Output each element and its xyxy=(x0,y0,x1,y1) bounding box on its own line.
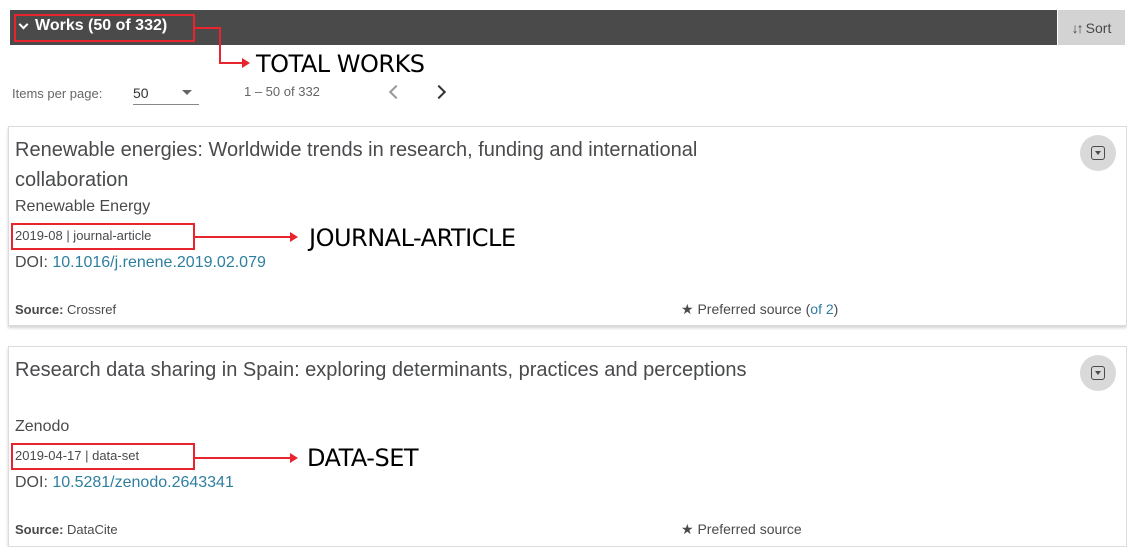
preferred-source-label: Preferred source xyxy=(697,301,802,317)
dropdown-caret-icon xyxy=(182,90,192,95)
next-page-icon[interactable] xyxy=(431,84,447,100)
data-set-annotation: DATA-SET xyxy=(307,444,419,472)
dropdown-square-icon xyxy=(1091,146,1105,160)
journal-article-arrow-head xyxy=(290,232,298,242)
data-set-arrow-head xyxy=(290,453,298,463)
work-source: Source: Crossref xyxy=(15,302,116,317)
preferred-source-label: Preferred source xyxy=(697,521,802,537)
doi-link[interactable]: 10.5281/zenodo.2643341 xyxy=(52,474,234,491)
total-works-arrow-line xyxy=(195,27,220,29)
sort-button[interactable]: ↓↑ Sort xyxy=(1058,10,1125,45)
work-doi: DOI: 10.1016/j.renene.2019.02.079 xyxy=(15,254,266,272)
total-works-annotation: TOTAL WORKS xyxy=(256,50,425,78)
work-source: Source: DataCite xyxy=(15,522,118,537)
items-per-page-value: 50 xyxy=(133,85,149,101)
total-works-arrow-hline xyxy=(219,62,244,64)
work-doi: DOI: 10.5281/zenodo.2643341 xyxy=(15,474,234,492)
preferred-close-paren: ) xyxy=(833,301,839,317)
work-journal: Zenodo xyxy=(15,418,70,435)
work-title: Renewable energies: Worldwide trends in … xyxy=(15,139,698,191)
doi-label: DOI: xyxy=(15,254,53,271)
journal-article-arrow-line xyxy=(195,236,290,238)
work-actions-button[interactable] xyxy=(1080,135,1116,171)
page-range: 1 – 50 of 332 xyxy=(244,84,320,99)
source-label: Source: xyxy=(15,302,64,317)
other-sources-link[interactable]: of 2 xyxy=(810,301,833,317)
sort-arrows-icon: ↓↑ xyxy=(1071,19,1084,36)
journal-article-highlight-box xyxy=(11,223,195,250)
doi-label: DOI: xyxy=(15,474,53,491)
source-value: Crossref xyxy=(67,302,117,317)
sort-label: Sort xyxy=(1085,19,1112,36)
items-per-page-label: Items per page: xyxy=(12,86,103,101)
preferred-source: ★ Preferred source (of 2) xyxy=(681,301,838,318)
journal-article-annotation: JOURNAL-ARTICLE xyxy=(309,224,516,252)
work-title: Research data sharing in Spain: explorin… xyxy=(15,359,747,381)
work-journal: Renewable Energy xyxy=(15,198,151,215)
star-icon: ★ xyxy=(681,301,694,317)
source-value: DataCite xyxy=(67,522,118,537)
star-icon: ★ xyxy=(681,521,694,537)
data-set-arrow-line xyxy=(195,457,290,459)
previous-page-icon[interactable] xyxy=(388,84,404,100)
total-works-arrow-head xyxy=(242,58,250,68)
dropdown-square-icon xyxy=(1091,366,1105,380)
preferred-source: ★ Preferred source xyxy=(681,521,802,538)
total-works-highlight-box xyxy=(14,14,195,42)
total-works-arrow-vline xyxy=(219,27,221,63)
source-label: Source: xyxy=(15,522,64,537)
items-per-page-select[interactable]: 50 xyxy=(133,83,199,105)
work-actions-button[interactable] xyxy=(1080,355,1116,391)
data-set-highlight-box xyxy=(11,443,195,470)
doi-link[interactable]: 10.1016/j.renene.2019.02.079 xyxy=(52,254,266,271)
